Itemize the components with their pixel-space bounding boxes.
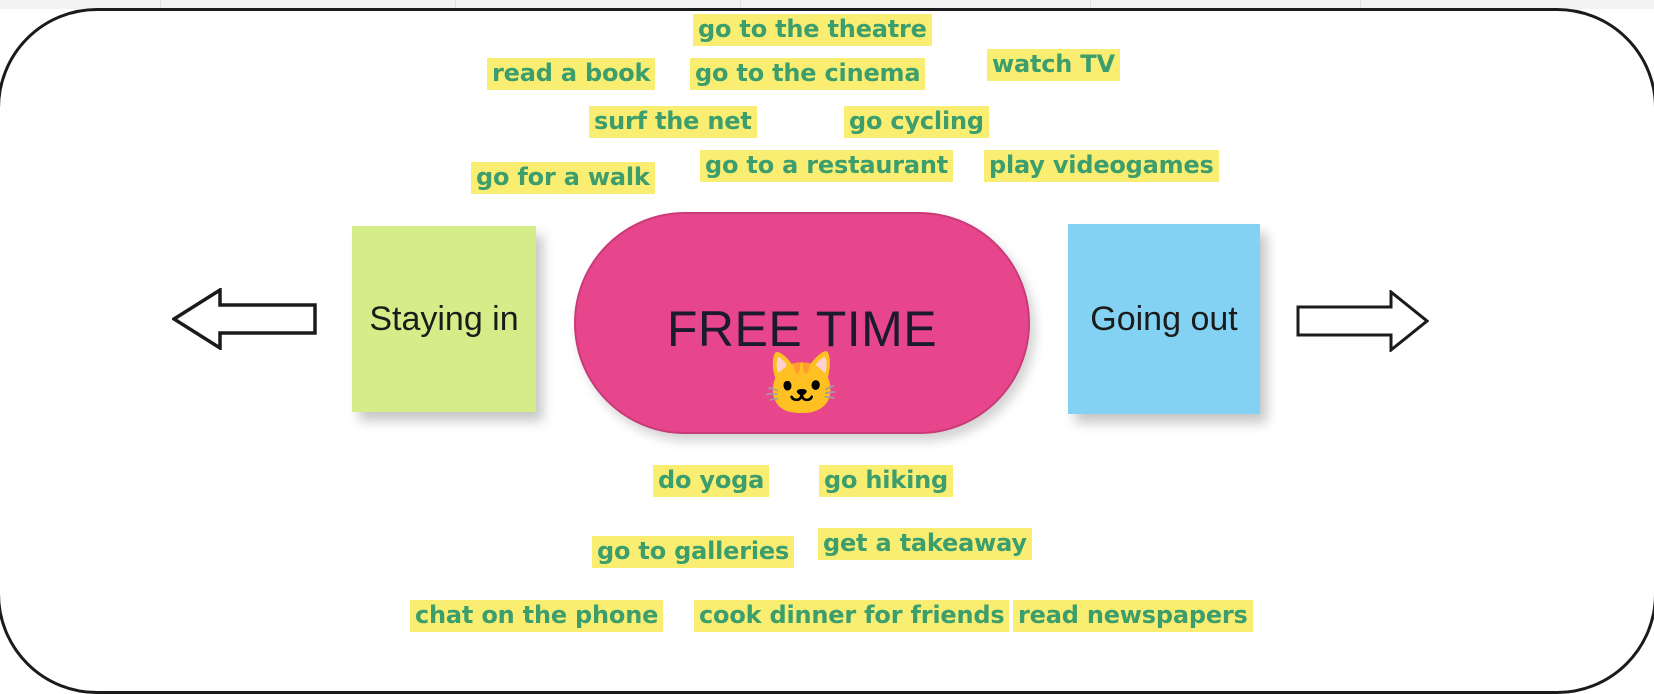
phrase-label[interactable]: do yoga	[653, 465, 770, 498]
phrase-label[interactable]: go cycling	[844, 106, 989, 139]
sticky-note-going-out[interactable]: Going out	[1068, 224, 1260, 414]
phrase-label[interactable]: surf the net	[589, 106, 757, 139]
free-time-center-shape[interactable]: FREE TIME 🐱	[574, 212, 1030, 434]
phrase-label[interactable]: read newspapers	[1013, 600, 1253, 633]
sticky-note-staying-in[interactable]: Staying in	[352, 226, 536, 412]
phrase-label[interactable]: go to galleries	[592, 536, 795, 569]
phrase-label[interactable]: go to a restaurant	[700, 150, 954, 183]
party-cat-emoji: 🐱	[763, 350, 841, 419]
phrase-label[interactable]: chat on the phone	[410, 600, 664, 633]
sticky-note-staying-in-label: Staying in	[369, 299, 519, 338]
right-block-arrow	[1296, 290, 1429, 352]
left-block-arrow	[172, 288, 317, 350]
phrase-label[interactable]: go hiking	[819, 465, 953, 498]
phrase-label[interactable]: play videogames	[984, 150, 1219, 183]
phrase-label[interactable]: go to the cinema	[690, 58, 926, 91]
phrase-label[interactable]: go for a walk	[471, 162, 655, 195]
sticky-note-going-out-label: Going out	[1090, 299, 1238, 338]
phrase-label[interactable]: get a takeaway	[818, 528, 1032, 561]
phrase-label[interactable]: go to the theatre	[693, 14, 932, 47]
slide-canvas: go to the theatre read a book go to the ci…	[0, 0, 1654, 694]
phrase-label[interactable]: watch TV	[987, 49, 1120, 82]
phrase-label[interactable]: read a book	[487, 58, 656, 91]
phrase-label[interactable]: cook dinner for friends	[694, 600, 1010, 633]
